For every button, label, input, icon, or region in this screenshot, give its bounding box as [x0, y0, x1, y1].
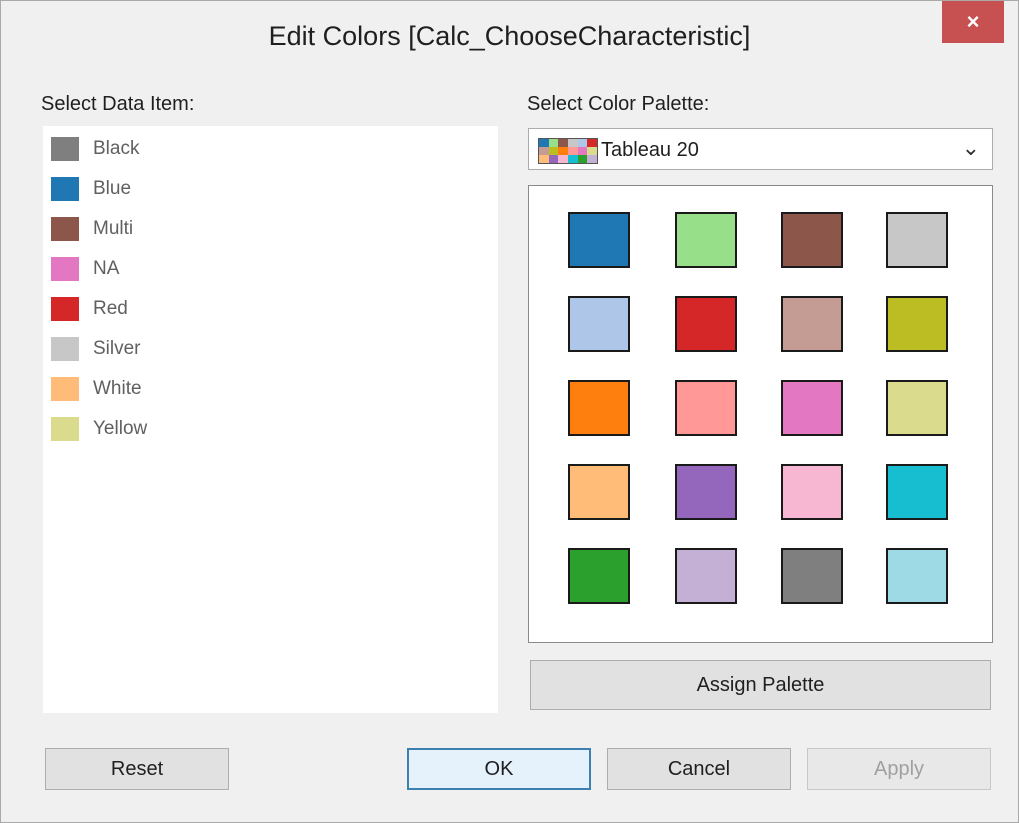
palette-selected-value: Tableau 20 [601, 139, 699, 161]
palette-swatch[interactable] [886, 548, 948, 604]
edit-colors-dialog: Edit Colors [Calc_ChooseCharacteristic] … [0, 0, 1019, 823]
data-item-swatch [51, 177, 79, 201]
palette-preview-cell [558, 155, 568, 163]
palette-preview-cell [548, 139, 559, 147]
palette-swatch[interactable] [781, 548, 843, 604]
palette-preview-cell [539, 139, 549, 147]
data-item-blue[interactable]: Blue [51, 174, 131, 204]
data-item-label: White [93, 378, 142, 399]
data-item-swatch [51, 257, 79, 281]
reset-button[interactable]: Reset [45, 748, 229, 790]
data-item-white[interactable]: White [51, 374, 142, 404]
palette-swatch-grid [528, 185, 993, 643]
palette-swatch[interactable] [568, 464, 630, 520]
palette-swatch[interactable] [675, 296, 737, 352]
data-item-multi[interactable]: Multi [51, 214, 133, 244]
palette-preview-cell [568, 147, 578, 155]
palette-swatch[interactable] [886, 380, 948, 436]
data-item-swatch [51, 297, 79, 321]
data-item-swatch [51, 417, 79, 441]
palette-swatch[interactable] [568, 212, 630, 268]
palette-preview-cell [568, 155, 578, 163]
palette-preview-cell [587, 155, 597, 163]
palette-swatch[interactable] [781, 380, 843, 436]
palette-swatch[interactable] [568, 548, 630, 604]
palette-preview-cell [587, 147, 597, 155]
palette-preview-cell [548, 147, 559, 155]
palette-preview-icon [538, 138, 598, 164]
palette-swatch[interactable] [568, 296, 630, 352]
assign-palette-button[interactable]: Assign Palette [530, 660, 991, 710]
close-button[interactable]: × [942, 1, 1004, 43]
data-item-list[interactable]: Black Blue Multi NA Red Silver White Yellow [43, 126, 498, 713]
palette-swatch[interactable] [675, 464, 737, 520]
palette-swatch[interactable] [781, 212, 843, 268]
data-item-swatch [51, 377, 79, 401]
palette-preview-cell [587, 139, 597, 147]
ok-button[interactable]: OK [407, 748, 591, 790]
data-item-label: Multi [93, 218, 134, 239]
data-item-red[interactable]: Red [51, 294, 128, 324]
data-item-swatch [51, 217, 79, 241]
palette-swatch[interactable] [675, 380, 737, 436]
palette-swatch[interactable] [781, 296, 843, 352]
palette-preview-cell [577, 147, 588, 155]
palette-preview-cell [577, 155, 588, 163]
title-bar: Edit Colors [Calc_ChooseCharacteristic] … [1, 1, 1018, 75]
palette-swatch[interactable] [568, 380, 630, 436]
cancel-button[interactable]: Cancel [607, 748, 791, 790]
palette-swatch[interactable] [886, 296, 948, 352]
palette-swatch[interactable] [886, 212, 948, 268]
data-item-yellow[interactable]: Yellow [51, 414, 147, 444]
chevron-down-icon: ⌄ [961, 135, 980, 160]
data-item-na[interactable]: NA [51, 254, 119, 284]
data-item-swatch [51, 337, 79, 361]
data-item-label: Silver [93, 338, 141, 359]
data-item-label: Yellow [93, 418, 148, 439]
data-item-label: NA [93, 258, 120, 279]
palette-preview-cell [548, 155, 559, 163]
palette-preview-cell [539, 147, 549, 155]
palette-swatch[interactable] [675, 212, 737, 268]
palette-dropdown[interactable]: Tableau 20 ⌄ [528, 128, 993, 170]
data-item-swatch [51, 137, 79, 161]
select-data-item-label: Select Data Item: [41, 93, 195, 115]
dialog-title: Edit Colors [Calc_ChooseCharacteristic] [268, 21, 751, 51]
data-item-label: Blue [93, 178, 132, 199]
data-item-label: Red [93, 298, 128, 319]
data-item-black[interactable]: Black [51, 134, 139, 164]
palette-swatch[interactable] [781, 464, 843, 520]
palette-preview-cell [558, 147, 568, 155]
close-icon: × [966, 9, 980, 34]
select-color-palette-label: Select Color Palette: [527, 93, 710, 115]
palette-preview-cell [577, 139, 588, 147]
palette-preview-cell [568, 139, 578, 147]
data-item-silver[interactable]: Silver [51, 334, 141, 364]
palette-preview-cell [558, 139, 568, 147]
apply-button[interactable]: Apply [807, 748, 991, 790]
palette-swatch[interactable] [675, 548, 737, 604]
palette-preview-cell [539, 155, 549, 163]
data-item-label: Black [93, 138, 140, 159]
palette-swatch[interactable] [886, 464, 948, 520]
